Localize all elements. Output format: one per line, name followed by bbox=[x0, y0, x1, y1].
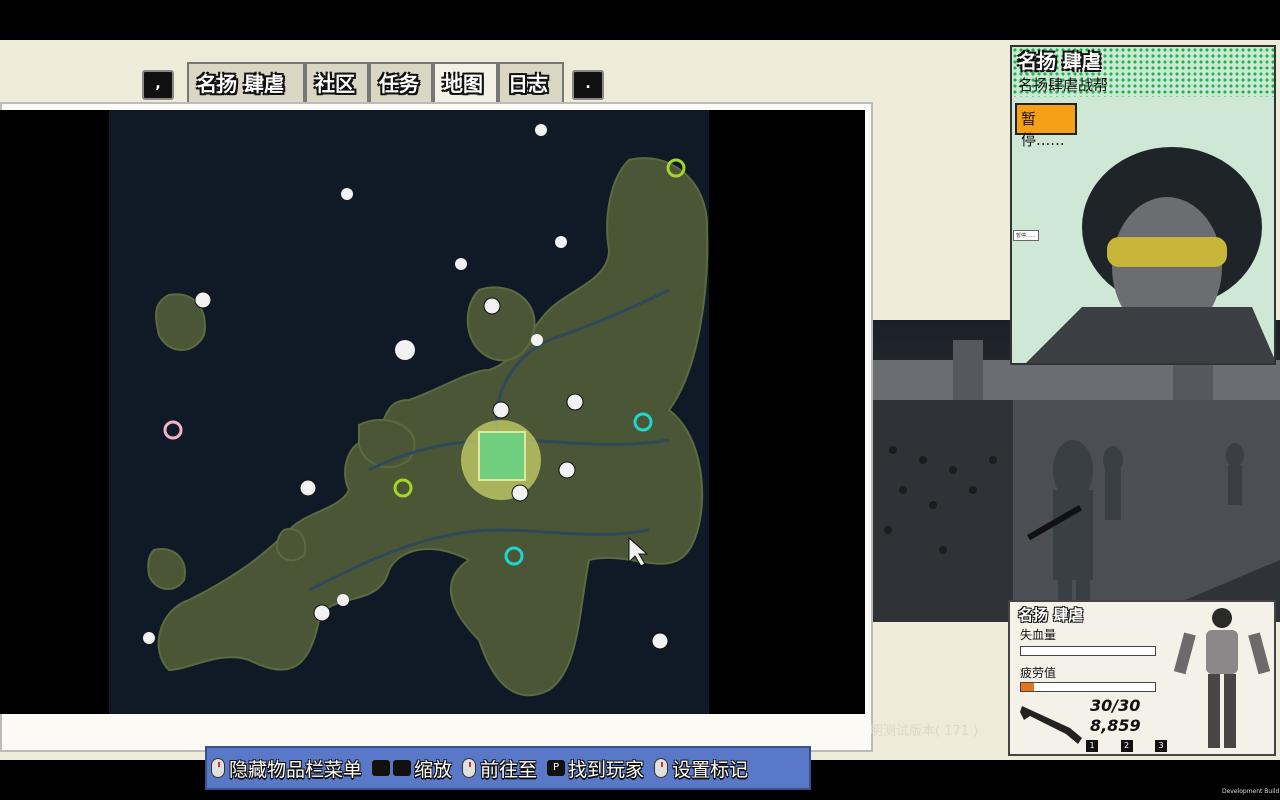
prev-tab-key[interactable]: , bbox=[142, 70, 174, 100]
money-count: 8,859 bbox=[1090, 716, 1141, 735]
hint-travel: 前往至 bbox=[462, 755, 537, 782]
blood-label: 失血量 bbox=[1020, 628, 1057, 642]
character-paperdoll bbox=[1173, 608, 1271, 748]
controls-hint-bar: 隐藏物品栏菜单 缩放 前往至 P 找到玩家 设置标记 bbox=[205, 746, 811, 790]
tab-journal[interactable]: 日志 bbox=[498, 62, 564, 102]
status-name: 名扬 肆虐 bbox=[1018, 606, 1084, 624]
mouse-icon bbox=[211, 758, 225, 778]
game-viewport[interactable] bbox=[873, 320, 1280, 622]
speech-bubble: 暂停...... bbox=[1013, 230, 1039, 241]
rifle-icon bbox=[1020, 706, 1082, 744]
hotkey-1[interactable]: 1 bbox=[1086, 740, 1098, 752]
fatigue-bar bbox=[1020, 682, 1156, 692]
portrait-name: 名扬 肆虐 bbox=[1018, 51, 1101, 73]
scroll-keys-icon bbox=[372, 760, 391, 776]
world-map[interactable] bbox=[109, 110, 709, 714]
next-tab-key[interactable]: . bbox=[572, 70, 604, 100]
p-key-icon: P bbox=[547, 760, 566, 776]
portrait-gang: 名扬肆虐战帮 bbox=[1018, 76, 1109, 94]
mouse-icon bbox=[462, 758, 477, 778]
character-status-card: 名扬 肆虐 失血量 疲劳值 30/30 8,859 1 2 3 bbox=[1008, 600, 1276, 756]
ammo-count: 30/30 bbox=[1090, 696, 1141, 715]
hint-zoom: 缩放 bbox=[372, 755, 452, 782]
hint-find-player: P 找到玩家 bbox=[547, 755, 644, 782]
portrait-header: 名扬 肆虐 名扬肆虐战帮 bbox=[1012, 47, 1274, 97]
hint-hide-inventory: 隐藏物品栏菜单 bbox=[211, 755, 362, 782]
pause-button[interactable]: 暂停...... bbox=[1015, 103, 1077, 149]
scroll-keys-icon bbox=[393, 760, 412, 776]
hint-set-marker: 设置标记 bbox=[654, 755, 748, 782]
hotkey-2[interactable]: 2 bbox=[1120, 740, 1133, 752]
mouse-icon bbox=[654, 758, 669, 778]
tab-community[interactable]: 社区 bbox=[305, 62, 369, 102]
tab-missions[interactable]: 任务 bbox=[369, 62, 433, 102]
portrait-image bbox=[1026, 147, 1274, 363]
character-portrait-panel: 名扬 肆虐 名扬肆虐战帮 暂停...... bbox=[1010, 45, 1276, 365]
letterbox-top bbox=[0, 0, 1280, 40]
dev-build-label: Development Build bbox=[1222, 788, 1280, 795]
blood-bar bbox=[1020, 646, 1156, 656]
fatigue-label: 疲劳值 bbox=[1020, 666, 1057, 680]
version-text: 明测试版本( 171 ) bbox=[870, 724, 979, 739]
hotkey-row: 1 2 3 bbox=[1086, 740, 1169, 754]
hotkey-3[interactable]: 3 bbox=[1155, 740, 1168, 752]
tab-map[interactable]: 地图 bbox=[433, 62, 498, 106]
tab-character[interactable]: 名扬 肆虐 bbox=[187, 62, 305, 102]
